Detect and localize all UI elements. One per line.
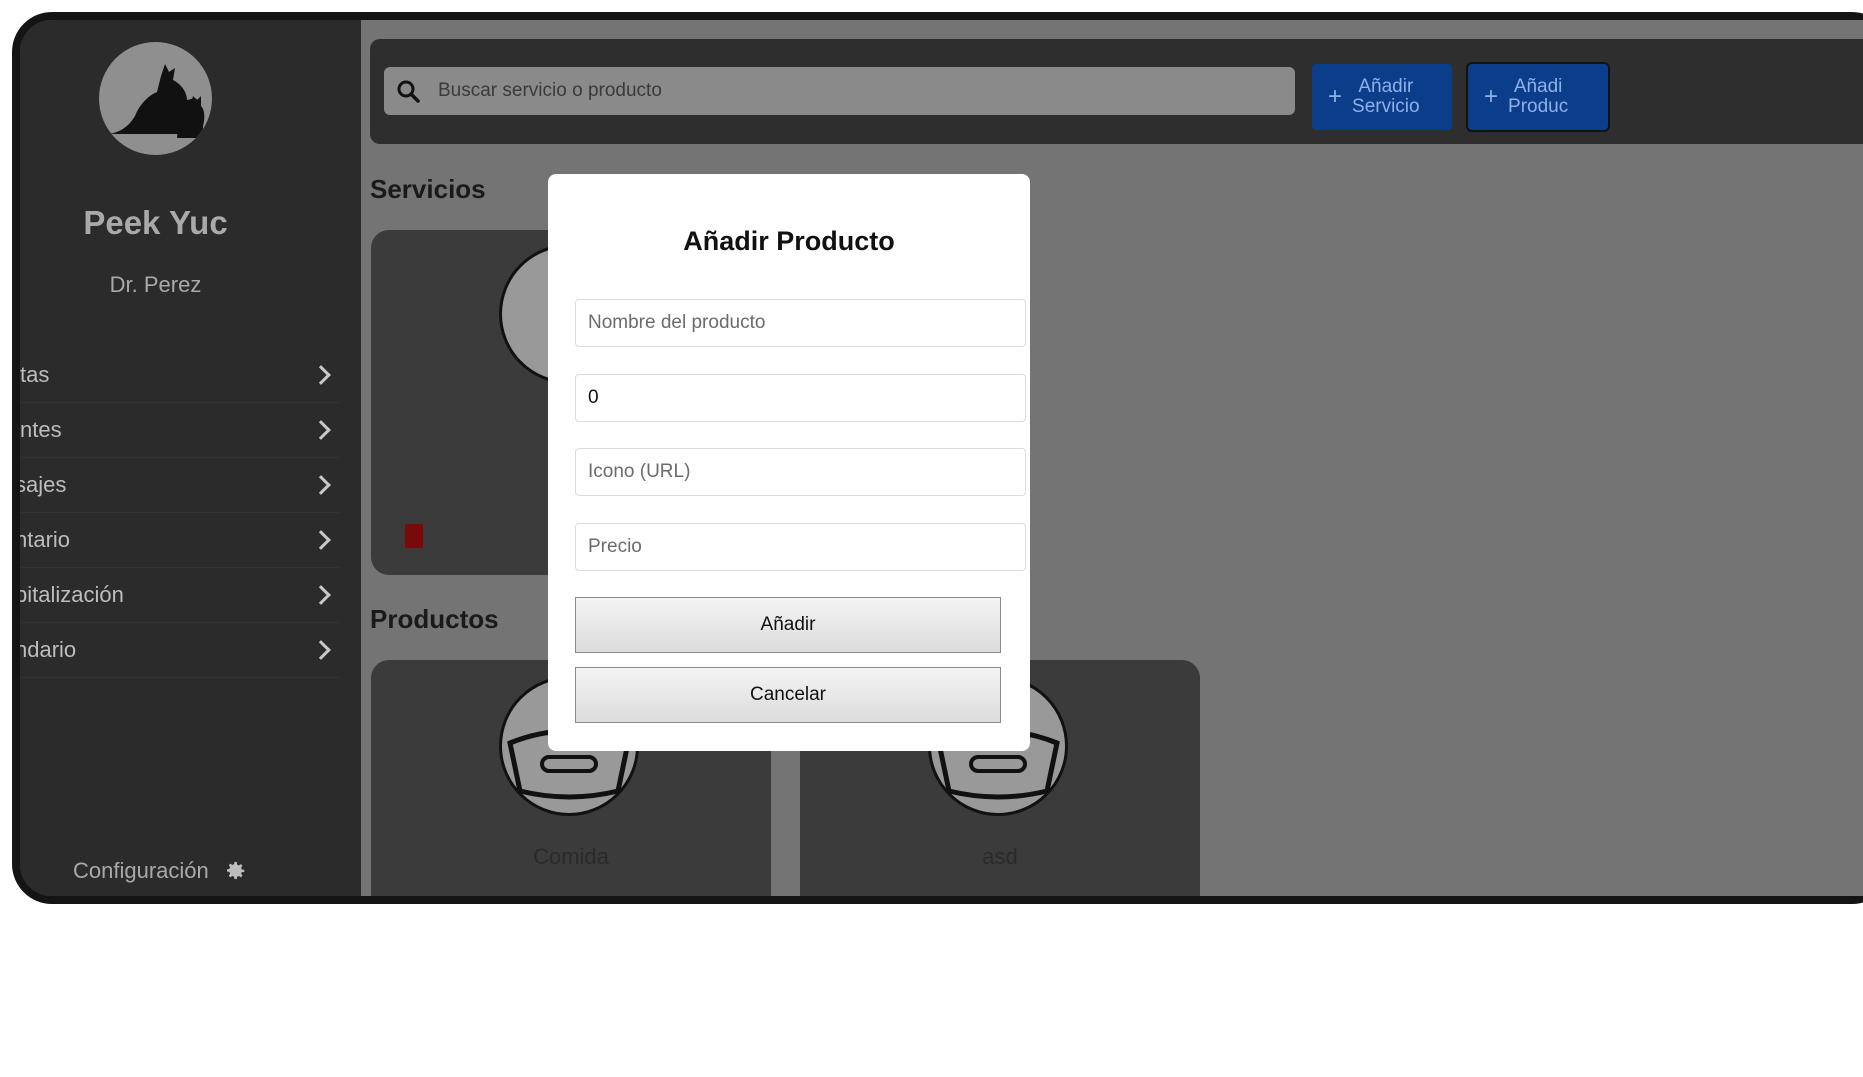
add-button[interactable]: Añadir (575, 597, 1001, 653)
add-product-modal: Añadir Producto Nombre del producto 0 Ic… (548, 174, 1030, 751)
add-product-label: Añadi Produc (1508, 77, 1568, 117)
sidebar-nav: tas ntes sajes ntario pitalización ndari… (20, 348, 340, 678)
chevron-right-icon (311, 640, 331, 660)
stock-field[interactable]: 0 (575, 374, 1026, 422)
settings-link[interactable]: Configuración (73, 858, 247, 884)
sidebar: Peek Yuc Dr. Perez tas ntes sajes ntario (20, 20, 361, 896)
sidebar-item-label: ndario (20, 637, 77, 662)
device-frame: Peek Yuc Dr. Perez tas ntes sajes ntario (12, 12, 1863, 904)
modal-title: Añadir Producto (683, 226, 895, 256)
products-heading: Productos (370, 604, 499, 634)
services-heading: Servicios (370, 174, 486, 204)
search-placeholder: Buscar servicio o producto (438, 80, 662, 101)
sidebar-item-pacientes[interactable]: ntes (20, 403, 340, 458)
settings-label: Configuración (73, 858, 209, 883)
icon-url-field[interactable]: Icono (URL) (575, 448, 1026, 496)
sidebar-item-label: sajes (20, 472, 67, 497)
plus-icon: + (1484, 83, 1499, 111)
chevron-right-icon (311, 475, 331, 495)
sidebar-item-hospitalizacion[interactable]: pitalización (20, 568, 340, 623)
top-toolbar: Buscar servicio o producto + Añadir Serv… (370, 39, 1863, 144)
sidebar-item-mensajes[interactable]: sajes (20, 458, 340, 513)
add-product-button[interactable]: + Añadi Produc (1466, 62, 1610, 132)
add-product-label-line1: Añadi (1513, 76, 1563, 98)
add-service-label-line2: Servicio (1352, 96, 1420, 117)
sidebar-item-label: pitalización (20, 582, 124, 607)
sidebar-item-label: tas (20, 362, 50, 387)
sidebar-item-calendario[interactable]: ndario (20, 623, 340, 678)
trash-icon[interactable] (405, 524, 423, 548)
product-name: Comida (533, 844, 609, 869)
sidebar-item-inventario[interactable]: ntario (20, 513, 340, 568)
sidebar-item-citas[interactable]: tas (20, 348, 340, 403)
add-service-label: Añadir Servicio (1352, 77, 1420, 117)
plus-icon: + (1328, 83, 1343, 111)
add-service-button[interactable]: + Añadir Servicio (1312, 64, 1452, 130)
sidebar-item-label: ntario (20, 527, 71, 552)
brand-name: Peek Yuc (83, 204, 228, 241)
product-name: asd (982, 844, 1018, 869)
search-icon (397, 80, 420, 103)
chevron-right-icon (311, 365, 331, 385)
app-screen: Peek Yuc Dr. Perez tas ntes sajes ntario (20, 20, 1863, 896)
chevron-right-icon (311, 585, 331, 605)
product-name-field[interactable]: Nombre del producto (575, 299, 1026, 347)
add-product-label-line2: Produc (1508, 96, 1569, 117)
doctor-name: Dr. Perez (109, 272, 202, 297)
cancel-button[interactable]: Cancelar (575, 667, 1001, 723)
sidebar-item-label: ntes (20, 417, 62, 442)
price-field[interactable]: Precio (575, 523, 1026, 571)
chevron-right-icon (311, 420, 331, 440)
gear-icon (226, 861, 244, 880)
add-service-label-line1: Añadir (1358, 76, 1414, 98)
logo-dog-cat-icon (99, 42, 212, 155)
chevron-right-icon (311, 530, 331, 550)
search-input[interactable]: Buscar servicio o producto (384, 67, 1295, 115)
